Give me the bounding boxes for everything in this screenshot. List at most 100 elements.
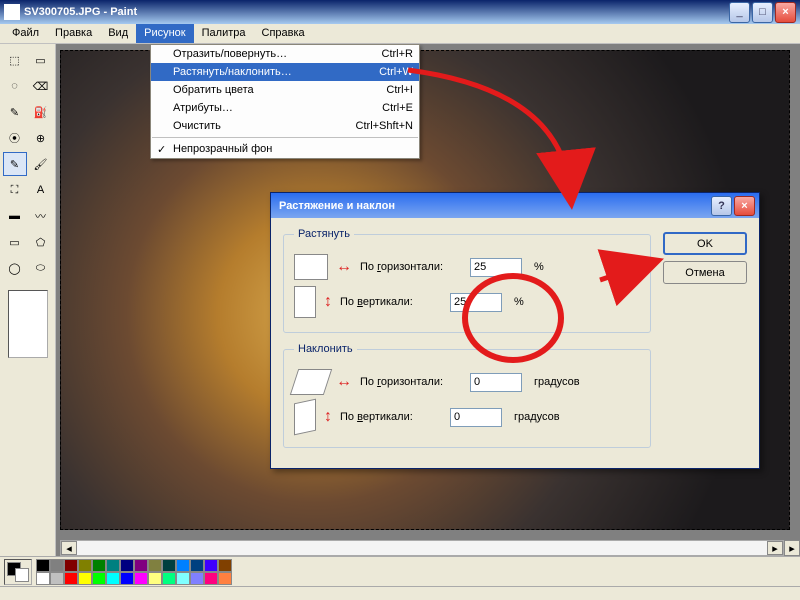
tool-3[interactable]: ⌫ [29, 74, 53, 98]
menu-item-label: Растянуть/наклонить… [173, 66, 292, 78]
menu-opaque-bg[interactable]: Непрозрачный фон [151, 140, 419, 158]
menu-item-label: Обратить цвета [173, 84, 254, 96]
menu-stretch-skew[interactable]: Растянуть/наклонить… Ctrl+W [151, 63, 419, 81]
skew-v-icon [294, 399, 316, 436]
swatch[interactable] [190, 559, 204, 572]
menu-item-shortcut: Ctrl+E [362, 102, 413, 114]
tool-9[interactable]: 🖌 [29, 152, 53, 176]
menu-item-label: Отразить/повернуть… [173, 48, 287, 60]
swatch[interactable] [176, 559, 190, 572]
horizontal-label: По горизонтали: [360, 261, 462, 273]
tool-0[interactable]: ⬚ [3, 48, 27, 72]
skew-group: Наклонить ↔ По горизонтали: градусов ↕ П… [283, 343, 651, 448]
horizontal-scrollbar[interactable]: ◂ ▸ [60, 540, 784, 556]
swatch[interactable] [148, 572, 162, 585]
menu-item-shortcut: Ctrl+R [362, 48, 413, 60]
tool-16[interactable]: ◯ [3, 256, 27, 280]
menu-invert-colors[interactable]: Обратить цвета Ctrl+I [151, 81, 419, 99]
swatch[interactable] [64, 559, 78, 572]
swatch[interactable] [92, 572, 106, 585]
swatch[interactable] [218, 559, 232, 572]
tool-11[interactable]: A [29, 178, 53, 202]
swatch[interactable] [204, 559, 218, 572]
swatch[interactable] [50, 559, 64, 572]
stretch-vertical-input[interactable] [450, 293, 502, 312]
tool-13[interactable]: 〰 [29, 204, 53, 228]
tool-15[interactable]: ⬠ [29, 230, 53, 254]
percent-label: % [514, 296, 524, 308]
stretch-group: Растянуть ↔ По горизонтали: % ↕ По верти… [283, 228, 651, 333]
tool-options [8, 290, 48, 358]
dialog-help-button[interactable]: ? [711, 196, 732, 216]
swatch[interactable] [162, 559, 176, 572]
tool-14[interactable]: ▭ [3, 230, 27, 254]
tool-12[interactable]: ▬ [3, 204, 27, 228]
menu-file[interactable]: Файл [4, 24, 47, 43]
menu-flip-rotate[interactable]: Отразить/повернуть… Ctrl+R [151, 45, 419, 63]
vertical-label: По вертикали: [340, 411, 442, 423]
tool-6[interactable]: ⦿ [3, 126, 27, 150]
swatch[interactable] [204, 572, 218, 585]
statusbar [0, 586, 800, 600]
swatch[interactable] [64, 572, 78, 585]
menu-item-shortcut: Ctrl+I [366, 84, 413, 96]
swatch[interactable] [36, 559, 50, 572]
swatch[interactable] [120, 572, 134, 585]
menu-separator [152, 137, 418, 138]
stretch-v-icon [294, 286, 316, 318]
skew-legend: Наклонить [294, 343, 357, 355]
swatch[interactable] [190, 572, 204, 585]
tool-8[interactable]: ✎ [3, 152, 27, 176]
menu-help[interactable]: Справка [254, 24, 313, 43]
swatch[interactable] [134, 559, 148, 572]
horizontal-label: По горизонтали: [360, 376, 462, 388]
scroll-track[interactable] [77, 541, 767, 555]
tool-10[interactable]: ⛶ [3, 178, 27, 202]
swatch[interactable] [120, 559, 134, 572]
close-button[interactable]: × [775, 2, 796, 23]
cancel-button[interactable]: Отмена [663, 261, 747, 284]
dialog-title: Растяжение и наклон [275, 200, 709, 212]
stretch-horizontal-input[interactable] [470, 258, 522, 277]
swatch[interactable] [134, 572, 148, 585]
ok-button[interactable]: OK [663, 232, 747, 255]
current-colors[interactable] [4, 559, 32, 585]
maximize-button[interactable]: □ [752, 2, 773, 23]
menu-image[interactable]: Рисунок [136, 24, 194, 43]
swatch[interactable] [78, 559, 92, 572]
swatch[interactable] [50, 572, 64, 585]
tool-17[interactable]: ⬭ [29, 256, 53, 280]
skew-horizontal-input[interactable] [470, 373, 522, 392]
swatch[interactable] [148, 559, 162, 572]
degrees-label: градусов [534, 376, 580, 388]
scroll-right-button[interactable]: ▸ [767, 541, 783, 555]
menu-edit[interactable]: Правка [47, 24, 100, 43]
skew-vertical-input[interactable] [450, 408, 502, 427]
menu-clear[interactable]: Очистить Ctrl+Shft+N [151, 117, 419, 135]
main-titlebar: SV300705.JPG - Paint _ □ × [0, 0, 800, 24]
tool-1[interactable]: ▭ [29, 48, 53, 72]
swatch[interactable] [106, 572, 120, 585]
scroll-left-button[interactable]: ◂ [61, 541, 77, 555]
minimize-button[interactable]: _ [729, 2, 750, 23]
menu-view[interactable]: Вид [100, 24, 136, 43]
swatch[interactable] [162, 572, 176, 585]
menu-attributes[interactable]: Атрибуты… Ctrl+E [151, 99, 419, 117]
dialog-close-button[interactable]: × [734, 196, 755, 216]
swatch[interactable] [218, 572, 232, 585]
menu-palette[interactable]: Палитра [194, 24, 254, 43]
tool-4[interactable]: ✎ [3, 100, 27, 124]
background-color[interactable] [15, 568, 29, 582]
percent-label: % [534, 261, 544, 273]
tool-2[interactable]: ◌ [3, 74, 27, 98]
app-icon [4, 4, 20, 20]
swatch[interactable] [36, 572, 50, 585]
tool-7[interactable]: ⊕ [29, 126, 53, 150]
arrow-horizontal-icon: ↔ [336, 373, 352, 391]
toolbox: ⬚▭◌⌫✎⛽⦿⊕✎🖌⛶A▬〰▭⬠◯⬭ [0, 44, 56, 556]
swatch[interactable] [78, 572, 92, 585]
swatch[interactable] [176, 572, 190, 585]
swatch[interactable] [92, 559, 106, 572]
tool-5[interactable]: ⛽ [29, 100, 53, 124]
swatch[interactable] [106, 559, 120, 572]
